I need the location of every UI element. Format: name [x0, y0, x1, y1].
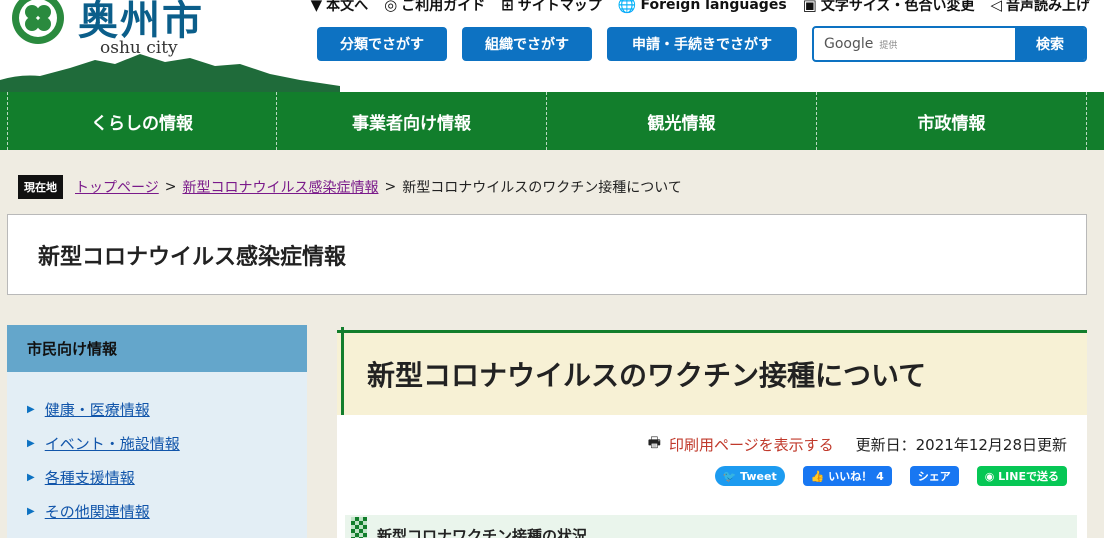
utility-links: ▼ 本文へ ◎ ご利用ガイド ⊞ サイトマップ 🌐 Foreign languages …: [311, 0, 1090, 15]
globe-icon: 🌐: [617, 0, 637, 14]
breadcrumb-current: 新型コロナウイルスのワクチン接種について: [402, 180, 682, 196]
page-meta: 🖶 印刷用ページを表示する 更新日：2021年12月28日更新: [648, 432, 1067, 456]
bullet-icon: ▶: [27, 471, 35, 483]
sidebar-link-events[interactable]: イベント・施設情報: [45, 433, 180, 454]
breadcrumb-separator: >: [164, 179, 177, 195]
sitemap-icon: ⊞: [501, 0, 514, 14]
sidebar: 市民向け情報 ▶ 健康・医療情報 ▶ イベント・施設情報 ▶ 各種支援情報 ▶ その他関…: [7, 325, 307, 538]
category-title: 新型コロナウイルス感染症情報: [7, 214, 1087, 295]
breadcrumb: 現在地 トップページ > 新型コロナウイルス感染症情報 > 新型コロナウイルスの…: [18, 175, 682, 199]
sidebar-heading: 市民向け情報: [7, 325, 307, 372]
line-share-button[interactable]: ◉ LINEで送る: [976, 466, 1067, 486]
skip-to-content-link[interactable]: ▼ 本文へ: [311, 0, 369, 15]
sidebar-link-health[interactable]: 健康・医療情報: [45, 399, 150, 420]
facebook-like-button[interactable]: 👍 いいね！ 4: [802, 466, 892, 486]
city-emblem-icon[interactable]: [10, 0, 66, 46]
tweet-button[interactable]: 🐦 Tweet: [714, 466, 785, 486]
sidebar-link-other[interactable]: その他関連情報: [45, 501, 150, 522]
search-by-organization-button[interactable]: 組織でさがす: [462, 27, 592, 61]
bullet-icon: ▶: [27, 505, 35, 517]
site-search: Google 提供 検索: [812, 26, 1087, 62]
nav-city-admin-info[interactable]: 市政情報: [817, 92, 1087, 150]
sidebar-item: ▶ イベント・施設情報: [7, 426, 307, 460]
speaker-icon: ◁: [990, 0, 1002, 14]
breadcrumb-separator: >: [384, 179, 397, 195]
facebook-share-button[interactable]: シェア: [909, 466, 959, 486]
main-content: 🖶 印刷用ページを表示する 更新日：2021年12月28日更新 🐦 Tweet …: [337, 415, 1087, 538]
usage-guide-link[interactable]: ◎ ご利用ガイド: [384, 0, 485, 15]
sitemap-link[interactable]: ⊞ サイトマップ: [501, 0, 602, 15]
print-page-link[interactable]: 印刷用ページを表示する: [669, 434, 834, 455]
search-button[interactable]: 検索: [1015, 28, 1085, 60]
down-arrow-icon: ▼: [310, 0, 323, 14]
search-by-category-button[interactable]: 分類でさがす: [317, 27, 447, 61]
updated-date: 更新日：2021年12月28日更新: [855, 435, 1067, 454]
sidebar-item: ▶ その他関連情報: [7, 494, 307, 528]
site-header: 奥州市 oshu city ▼ 本文へ ◎ ご利用ガイド ⊞ サイトマップ 🌐 Fore…: [0, 0, 1104, 92]
search-input[interactable]: Google 提供: [814, 28, 1015, 60]
sidebar-item: ▶ 各種支援情報: [7, 460, 307, 494]
mountain-decoration: [0, 54, 340, 92]
sidebar-list: ▶ 健康・医療情報 ▶ イベント・施設情報 ▶ 各種支援情報 ▶ その他関連情報: [7, 372, 307, 528]
section-heading: 新型コロナワクチン接種の状況: [345, 515, 1077, 538]
guide-icon: ◎: [384, 0, 398, 14]
text-size-color-link[interactable]: ▣ 文字サイズ・色合い変更: [803, 0, 975, 15]
read-aloud-link[interactable]: ◁ 音声読み上げ: [990, 0, 1090, 15]
page-title: 新型コロナウイルスのワクチン接種について: [337, 327, 1087, 418]
sidebar-link-support[interactable]: 各種支援情報: [45, 467, 135, 488]
bullet-icon: ▶: [27, 403, 35, 415]
current-location-badge: 現在地: [18, 175, 63, 199]
line-icon: ◉: [984, 469, 999, 483]
search-by-procedure-button[interactable]: 申請・手続きでさがす: [607, 27, 797, 61]
nav-tourism-info[interactable]: 観光情報: [547, 92, 817, 150]
printer-icon: 🖶: [647, 435, 661, 451]
text-size-icon: ▣: [802, 0, 817, 14]
global-nav: くらしの情報 事業者向け情報 観光情報 市政情報: [0, 92, 1104, 150]
foreign-languages-link[interactable]: 🌐 Foreign languages: [618, 0, 787, 15]
bullet-icon: ▶: [27, 437, 35, 449]
nav-business-info[interactable]: 事業者向け情報: [277, 92, 547, 150]
breadcrumb-link-covid[interactable]: 新型コロナウイルス感染症情報: [182, 177, 378, 197]
sidebar-item: ▶ 健康・医療情報: [7, 392, 307, 426]
checker-icon: [351, 517, 367, 538]
twitter-icon: 🐦: [722, 469, 741, 483]
breadcrumb-link-top[interactable]: トップページ: [75, 177, 159, 197]
thumbs-up-icon: 👍: [810, 469, 829, 483]
share-buttons: 🐦 Tweet 👍 いいね！ 4 シェア ◉ LINEで送る: [714, 466, 1067, 486]
nav-living-info[interactable]: くらしの情報: [7, 92, 277, 150]
